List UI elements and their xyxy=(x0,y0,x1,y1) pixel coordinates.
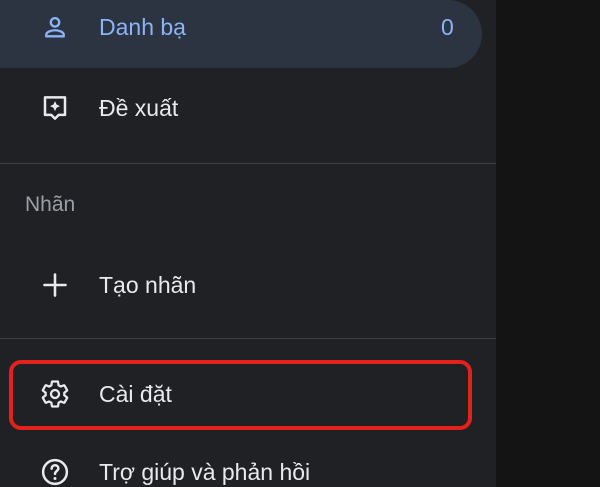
divider xyxy=(0,338,496,339)
drawer-item-label: Đề xuất xyxy=(99,94,179,121)
drawer-item-help[interactable]: Trợ giúp và phản hồi xyxy=(0,444,496,487)
highlight-box xyxy=(9,360,472,430)
drawer-item-create-label[interactable]: Tạo nhãn xyxy=(0,257,496,313)
drawer-item-label: Trợ giúp và phản hồi xyxy=(99,458,311,485)
suggestion-icon xyxy=(38,91,72,125)
navigation-drawer: Danh bạ 0 Đề xuất Nhãn Tạo nhãn Cài đặt … xyxy=(0,0,496,487)
drawer-item-suggestions[interactable]: Đề xuất xyxy=(0,80,496,136)
plus-icon xyxy=(38,268,72,302)
background-pane xyxy=(496,0,600,487)
drawer-item-label: Tạo nhãn xyxy=(99,271,197,298)
contacts-count-badge: 0 xyxy=(441,14,454,40)
help-icon xyxy=(38,455,72,487)
divider xyxy=(0,163,496,164)
person-icon xyxy=(38,10,72,44)
labels-section-title: Nhãn xyxy=(25,193,76,216)
drawer-item-contacts[interactable]: Danh bạ 0 xyxy=(0,0,482,68)
drawer-item-label: Danh bạ xyxy=(99,14,186,40)
